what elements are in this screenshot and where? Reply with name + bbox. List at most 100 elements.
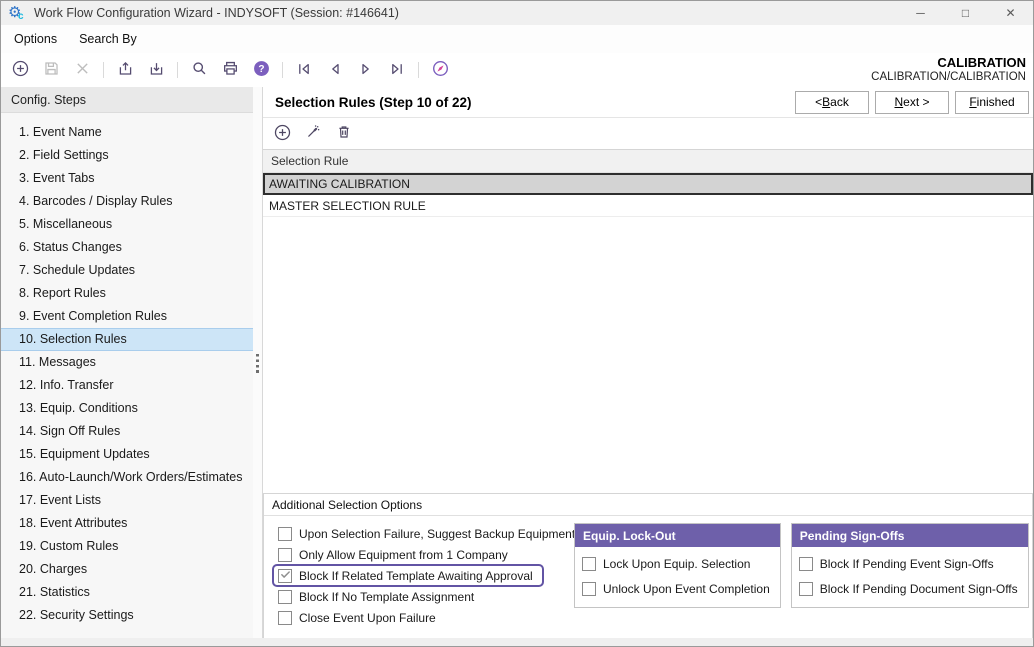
nav-first-button[interactable] bbox=[293, 59, 315, 81]
block-if-related-template-awaiting-appro-checkbox[interactable] bbox=[278, 569, 292, 583]
sidebar-item-step-21[interactable]: 21. Statistics bbox=[1, 581, 253, 604]
toolbar-separator bbox=[103, 62, 104, 78]
close-event-upon-failure-label: Close Event Upon Failure bbox=[299, 611, 436, 625]
back-button[interactable]: < Back bbox=[795, 91, 869, 114]
save-button[interactable] bbox=[40, 59, 62, 81]
rules-column-header: Selection Rule bbox=[263, 150, 1033, 173]
sidebar-item-step-15[interactable]: 15. Equipment Updates bbox=[1, 443, 253, 466]
sidebar-item-step-22[interactable]: 22. Security Settings bbox=[1, 604, 253, 627]
add-rule-button[interactable] bbox=[272, 124, 292, 144]
minimize-button[interactable]: ─ bbox=[898, 1, 943, 25]
toolbar-row: ? CALIBRATION CALIBRATION/CALIBRATION bbox=[1, 53, 1033, 87]
block-if-pending-event-sign-offs-option: Block If Pending Event Sign-Offs bbox=[799, 554, 1018, 574]
only-allow-equipment-from-1-company-checkbox[interactable] bbox=[278, 548, 292, 562]
only-allow-equipment-from-1-company-label: Only Allow Equipment from 1 Company bbox=[299, 548, 508, 562]
sidebar-item-step-18[interactable]: 18. Event Attributes bbox=[1, 512, 253, 535]
content-area: Config. Steps 1. Event Name2. Field Sett… bbox=[1, 87, 1033, 638]
compass-icon bbox=[432, 60, 449, 80]
sidebar-item-step-2[interactable]: 2. Field Settings bbox=[1, 144, 253, 167]
finished-button[interactable]: Finished bbox=[955, 91, 1029, 114]
nav-last-button[interactable] bbox=[386, 59, 408, 81]
delete-x-icon bbox=[74, 60, 91, 80]
sidebar-item-step-1[interactable]: 1. Event Name bbox=[1, 121, 253, 144]
splitter-grip-icon bbox=[256, 354, 259, 373]
config-steps-sidebar: Config. Steps 1. Event Name2. Field Sett… bbox=[1, 87, 253, 638]
block-if-no-template-assignment-option: Block If No Template Assignment bbox=[272, 586, 564, 607]
print-button[interactable] bbox=[219, 59, 241, 81]
sidebar-item-step-10[interactable]: 10. Selection Rules bbox=[1, 328, 253, 351]
sidebar-item-step-4[interactable]: 4. Barcodes / Display Rules bbox=[1, 190, 253, 213]
sidebar-item-step-3[interactable]: 3. Event Tabs bbox=[1, 167, 253, 190]
window-title: Work Flow Configuration Wizard - INDYSOF… bbox=[28, 6, 898, 20]
group-header-pending-sign-offs: Pending Sign-Offs bbox=[792, 524, 1028, 547]
help-button[interactable]: ? bbox=[250, 59, 272, 81]
menu-search-by[interactable]: Search By bbox=[68, 27, 148, 51]
sidebar-item-step-14[interactable]: 14. Sign Off Rules bbox=[1, 420, 253, 443]
add-button[interactable] bbox=[9, 59, 31, 81]
rules-toolbar bbox=[263, 118, 1033, 149]
next-button[interactable]: Next > bbox=[875, 91, 949, 114]
block-if-pending-document-sign-offs-option: Block If Pending Document Sign-Offs bbox=[799, 579, 1018, 599]
additional-options-header: Additional Selection Options bbox=[264, 494, 1032, 516]
sidebar-item-step-5[interactable]: 5. Miscellaneous bbox=[1, 213, 253, 236]
nav-prev-icon bbox=[327, 61, 343, 80]
lock-upon-equip-selection-label: Lock Upon Equip. Selection bbox=[603, 557, 750, 571]
main-toolbar: ? bbox=[9, 59, 871, 81]
block-if-pending-document-sign-offs-label: Block If Pending Document Sign-Offs bbox=[820, 582, 1018, 596]
trash-icon bbox=[336, 124, 352, 143]
plus-circle-icon bbox=[274, 124, 291, 144]
only-allow-equipment-from-1-company-option: Only Allow Equipment from 1 Company bbox=[272, 544, 564, 565]
sidebar-item-step-11[interactable]: 11. Messages bbox=[1, 351, 253, 374]
sidebar-item-step-8[interactable]: 8. Report Rules bbox=[1, 282, 253, 305]
sidebar-item-step-16[interactable]: 16. Auto-Launch/Work Orders/Estimates bbox=[1, 466, 253, 489]
additional-options-body: Upon Selection Failure, Suggest Backup E… bbox=[264, 516, 1032, 638]
delete-button[interactable] bbox=[71, 59, 93, 81]
selection-rule-row[interactable]: AWAITING CALIBRATION bbox=[263, 173, 1033, 195]
maximize-button[interactable]: □ bbox=[943, 1, 988, 25]
export-button[interactable] bbox=[114, 59, 136, 81]
title-bar: ⚙c Work Flow Configuration Wizard - INDY… bbox=[1, 1, 1033, 25]
plus-circle-icon bbox=[12, 60, 29, 80]
unlock-upon-event-completion-label: Unlock Upon Event Completion bbox=[603, 582, 770, 596]
window-bottom-strip bbox=[1, 638, 1033, 646]
sidebar-item-step-19[interactable]: 19. Custom Rules bbox=[1, 535, 253, 558]
block-if-no-template-assignment-label: Block If No Template Assignment bbox=[299, 590, 474, 604]
sidebar-item-step-20[interactable]: 20. Charges bbox=[1, 558, 253, 581]
sidebar-item-step-7[interactable]: 7. Schedule Updates bbox=[1, 259, 253, 282]
edit-rule-button[interactable] bbox=[303, 124, 323, 144]
unlock-upon-event-completion-option: Unlock Upon Event Completion bbox=[582, 579, 770, 599]
close-event-upon-failure-checkbox[interactable] bbox=[278, 611, 292, 625]
sidebar-splitter[interactable] bbox=[253, 87, 263, 638]
save-disk-icon bbox=[43, 60, 60, 80]
nav-next-button[interactable] bbox=[355, 59, 377, 81]
rules-table: Selection Rule AWAITING CALIBRATIONMASTE… bbox=[263, 149, 1033, 217]
sidebar-header: Config. Steps bbox=[1, 87, 253, 113]
nav-first-icon bbox=[296, 61, 312, 80]
block-if-pending-document-sign-offs-checkbox[interactable] bbox=[799, 582, 813, 596]
nav-next-icon bbox=[358, 61, 374, 80]
nav-prev-button[interactable] bbox=[324, 59, 346, 81]
close-button[interactable]: ✕ bbox=[988, 1, 1033, 25]
sidebar-item-step-12[interactable]: 12. Info. Transfer bbox=[1, 374, 253, 397]
upon-selection-failure-suggest-backup-eq-checkbox[interactable] bbox=[278, 527, 292, 541]
block-if-pending-event-sign-offs-checkbox[interactable] bbox=[799, 557, 813, 571]
sidebar-item-step-6[interactable]: 6. Status Changes bbox=[1, 236, 253, 259]
options-checkbox-column: Upon Selection Failure, Suggest Backup E… bbox=[272, 523, 564, 628]
upon-selection-failure-suggest-backup-eq-label: Upon Selection Failure, Suggest Backup E… bbox=[299, 527, 575, 541]
block-if-no-template-assignment-checkbox[interactable] bbox=[278, 590, 292, 604]
lock-upon-equip-selection-checkbox[interactable] bbox=[582, 557, 596, 571]
sidebar-item-step-9[interactable]: 9. Event Completion Rules bbox=[1, 305, 253, 328]
delete-rule-button[interactable] bbox=[334, 124, 354, 144]
search-button[interactable] bbox=[188, 59, 210, 81]
unlock-upon-event-completion-checkbox[interactable] bbox=[582, 582, 596, 596]
navigator-button[interactable] bbox=[429, 59, 451, 81]
toolbar-separator bbox=[177, 62, 178, 78]
import-button[interactable] bbox=[145, 59, 167, 81]
menu-options[interactable]: Options bbox=[3, 27, 68, 51]
selection-rule-row[interactable]: MASTER SELECTION RULE bbox=[263, 195, 1033, 217]
toolbar-separator bbox=[418, 62, 419, 78]
sidebar-item-step-13[interactable]: 13. Equip. Conditions bbox=[1, 397, 253, 420]
group-header-equip-lock-out: Equip. Lock-Out bbox=[575, 524, 780, 547]
sidebar-item-step-17[interactable]: 17. Event Lists bbox=[1, 489, 253, 512]
close-event-upon-failure-option: Close Event Upon Failure bbox=[272, 607, 564, 628]
